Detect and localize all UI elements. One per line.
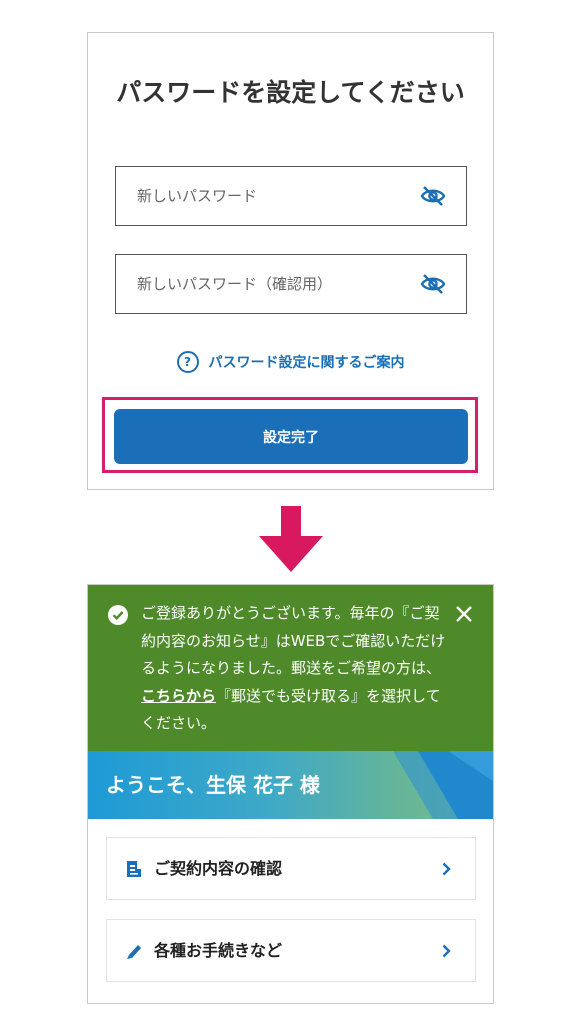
eye-off-icon[interactable] [420,185,446,207]
password-setup-panel: パスワードを設定してください ? パスワード設定に関するご案内 設定完了 [87,32,494,490]
eye-off-icon[interactable] [420,273,446,295]
notice-text: ご登録ありがとうございます。毎年の『ご契約内容のお知らせ』はWEBでご確認いただ… [141,604,446,677]
menu-label: ご契約内容の確認 [154,859,283,878]
notice-message: ご登録ありがとうございます。毎年の『ご契約内容のお知らせ』はWEBでご確認いただ… [141,600,451,738]
procedures-menu[interactable]: 各種お手続きなど [106,919,476,982]
pencil-icon [127,945,141,959]
password-help-link[interactable]: ? パスワード設定に関するご案内 [88,351,493,373]
question-icon: ? [176,351,199,373]
contract-details-menu[interactable]: ご契約内容の確認 [106,837,476,900]
menu-label: 各種お手続きなど [154,941,283,960]
page-title: パスワードを設定してください [116,78,465,107]
mypage-panel: ご登録ありがとうございます。毎年の『ご契約内容のお知らせ』はWEBでご確認いただ… [87,584,494,1004]
check-circle-icon [108,605,128,625]
confirm-password-input[interactable] [116,255,427,313]
confirm-password-field[interactable] [115,254,467,314]
document-icon [127,861,141,877]
chevron-right-icon [442,862,451,876]
welcome-text: ようこそ、生保 花子 様 [106,773,320,797]
new-password-input[interactable] [116,167,427,225]
password-help-link-label: パスワード設定に関するご案内 [208,355,405,371]
down-arrow-icon [259,506,323,572]
registration-notice: ご登録ありがとうございます。毎年の『ご契約内容のお知らせ』はWEBでご確認いただ… [88,585,493,751]
mail-option-link[interactable]: こちらから [141,687,216,705]
chevron-right-icon [442,944,451,958]
welcome-banner: ようこそ、生保 花子 様 [88,751,493,819]
complete-setup-button[interactable]: 設定完了 [114,409,468,464]
banner-decoration [393,751,493,819]
close-icon[interactable] [455,605,473,623]
new-password-field[interactable] [115,166,467,226]
